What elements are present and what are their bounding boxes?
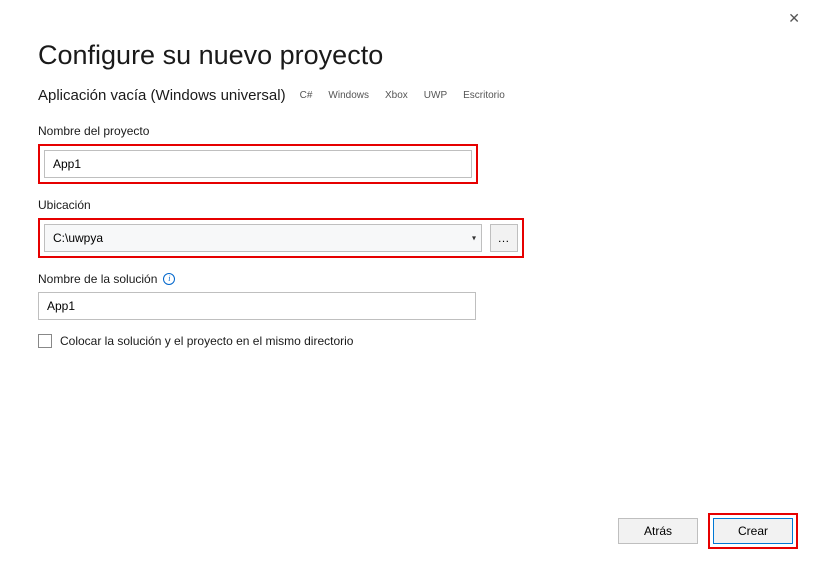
template-name: Aplicación vacía (Windows universal) [38, 87, 286, 104]
location-input[interactable] [44, 224, 482, 252]
location-label: Ubicación [38, 198, 782, 212]
solution-name-label-text: Nombre de la solución [38, 272, 157, 286]
page-title: Configure su nuevo proyecto [38, 40, 782, 71]
tag-xbox: Xbox [381, 88, 412, 103]
location-group: Ubicación ▾ … [38, 198, 782, 258]
solution-name-label: Nombre de la solución i [38, 272, 782, 286]
create-button[interactable]: Crear [713, 518, 793, 544]
close-icon: ✕ [788, 10, 800, 26]
info-icon[interactable]: i [163, 273, 175, 285]
dialog-content: Configure su nuevo proyecto Aplicación v… [0, 0, 820, 348]
tag-windows: Windows [324, 88, 373, 103]
solution-name-group: Nombre de la solución i [38, 272, 782, 320]
back-button[interactable]: Atrás [618, 518, 698, 544]
template-tags: C# Windows Xbox UWP Escritorio [296, 88, 509, 103]
project-name-highlight [38, 144, 478, 184]
subtitle-row: Aplicación vacía (Windows universal) C# … [38, 87, 782, 104]
project-name-group: Nombre del proyecto [38, 124, 782, 184]
browse-button[interactable]: … [490, 224, 518, 252]
tag-desktop: Escritorio [459, 88, 509, 103]
same-directory-label: Colocar la solución y el proyecto en el … [60, 334, 353, 348]
location-highlight: ▾ … [38, 218, 524, 258]
create-highlight: Crear [708, 513, 798, 549]
same-directory-checkbox[interactable] [38, 334, 52, 348]
project-name-label: Nombre del proyecto [38, 124, 782, 138]
location-combo: ▾ [44, 224, 482, 252]
project-name-input[interactable] [44, 150, 472, 178]
close-button[interactable]: ✕ [780, 6, 808, 31]
solution-name-input[interactable] [38, 292, 476, 320]
tag-csharp: C# [296, 88, 317, 103]
footer-buttons: Atrás Crear [618, 513, 798, 549]
same-directory-row: Colocar la solución y el proyecto en el … [38, 334, 782, 348]
tag-uwp: UWP [420, 88, 451, 103]
